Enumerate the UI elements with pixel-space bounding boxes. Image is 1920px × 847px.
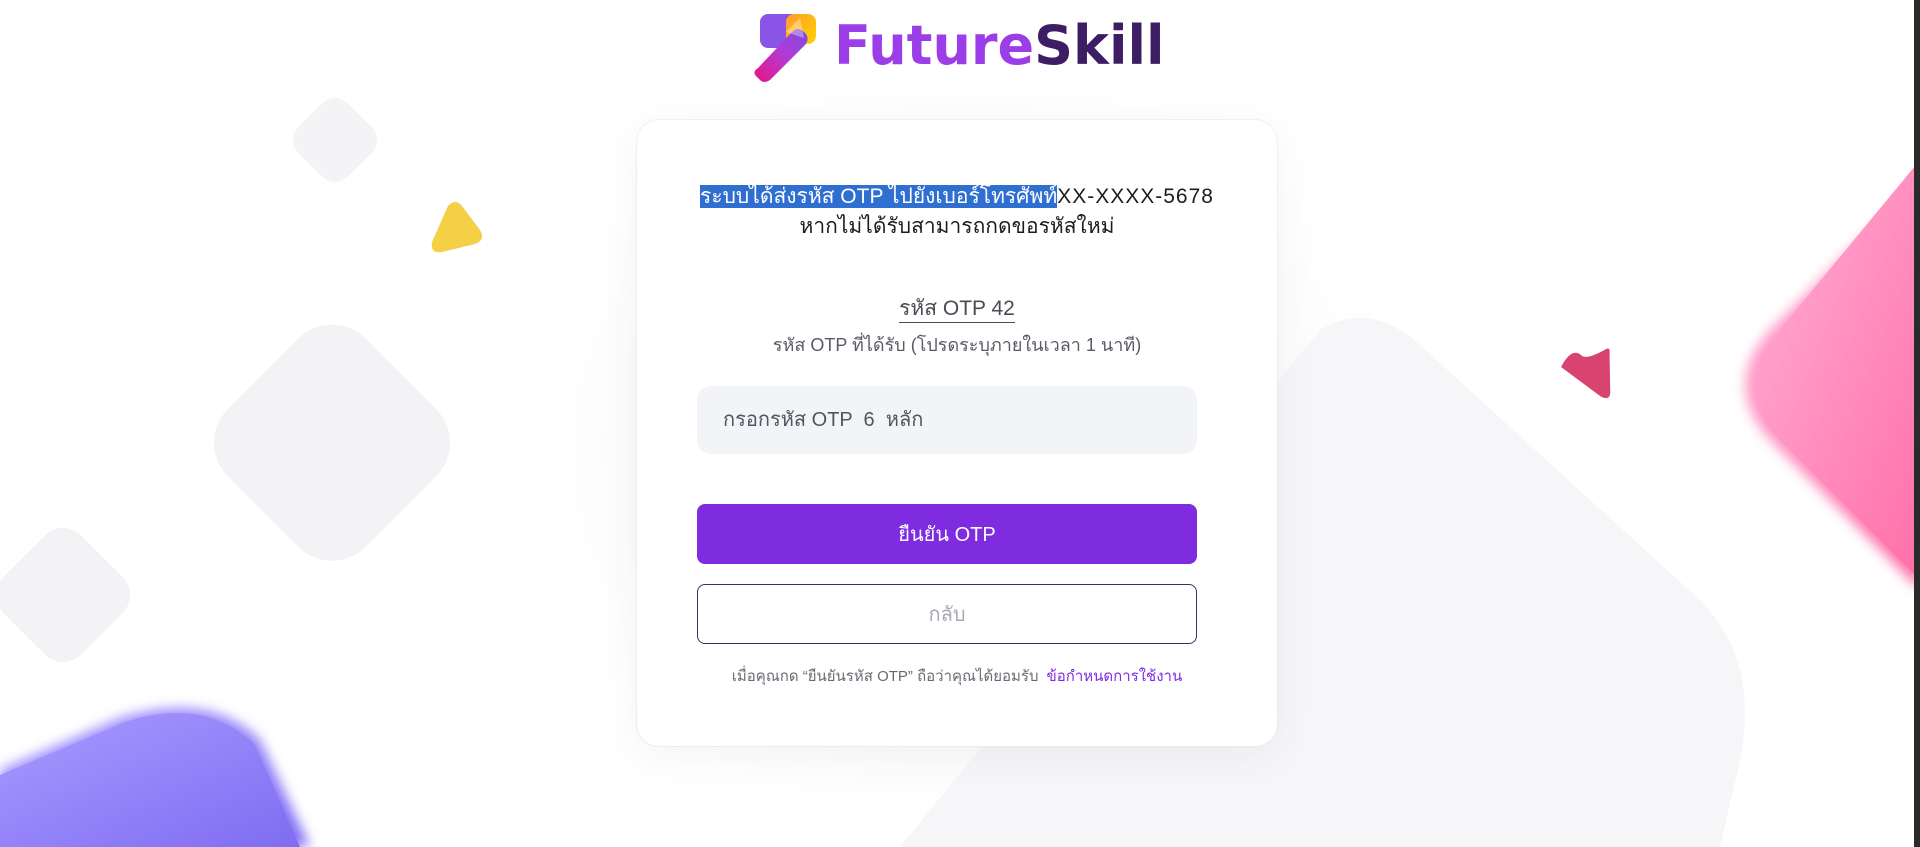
otp-reference-text: รหัส OTP 42 [899,297,1015,323]
yellow-triangle-shape [431,202,483,253]
otp-reference-label: รหัส OTP 42 [637,292,1277,325]
masked-phone-number: XX-XXXX-5678 [1057,185,1214,208]
otp-notice-line1: ระบบได้ส่งรหัส OTP ไปยังเบอร์โทรศัพท์XX-… [637,182,1277,212]
page: FutureSkill ระบบได้ส่งรหัส OTP ไปยังเบอร… [0,0,1920,847]
otp-card: ระบบได้ส่งรหัส OTP ไปยังเบอร์โทรศัพท์XX-… [637,120,1277,746]
logo-wordmark: FutureSkill [834,10,1165,82]
otp-notice-line2: หากไม่ได้รับสามารถกดขอรหัสใหม่ [799,215,1115,238]
otp-input[interactable] [697,386,1197,454]
grey-diamond-shape [0,527,131,663]
scrollbar[interactable] [1914,0,1920,847]
otp-hint: รหัส OTP ที่ได้รับ (โปรดระบุภายในเวลา 1 … [772,335,1142,355]
grey-diamond-shape [213,324,451,561]
pink-shape-core [1754,160,1920,580]
confirm-otp-button[interactable]: ยืนยัน OTP [697,504,1197,564]
red-triangle-shape [1561,348,1611,399]
futureskill-logo[interactable]: FutureSkill [752,10,1165,82]
back-button[interactable]: กลับ [697,584,1197,644]
logo-text-future: Future [834,14,1035,77]
terms-link[interactable]: ข้อกำหนดการใช้งาน [1047,668,1183,685]
terms-notice: เมื่อคุณกด “ยืนยันรหัส OTP” ถือว่าคุณได้… [637,664,1277,688]
futureskill-logo-icon [754,14,816,82]
purple-shape-core [0,712,300,847]
terms-text: เมื่อคุณกด “ยืนยันรหัส OTP” ถือว่าคุณได้… [731,668,1039,685]
logo-text-skill: Skill [1034,14,1165,77]
grey-diamond-shape [292,97,378,183]
otp-notice: ระบบได้ส่งรหัส OTP ไปยังเบอร์โทรศัพท์XX-… [637,182,1277,242]
selected-text: ระบบได้ส่งรหัส OTP ไปยังเบอร์โทรศัพท์ [700,185,1058,208]
